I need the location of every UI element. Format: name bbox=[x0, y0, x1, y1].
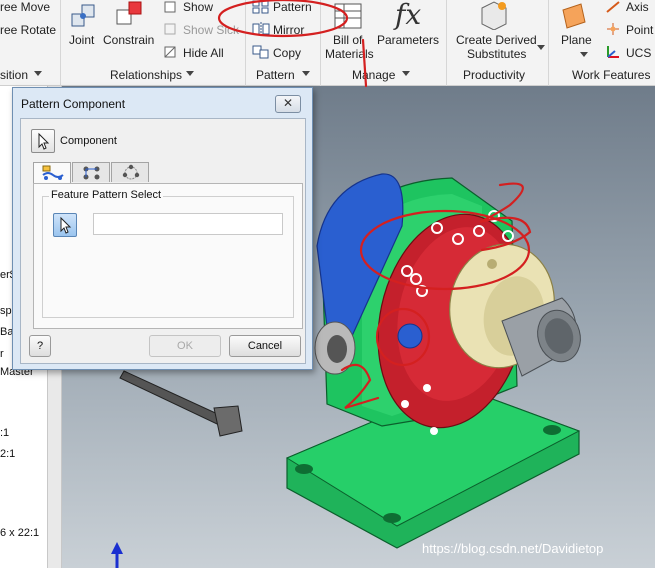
cursor-arrow-icon bbox=[38, 132, 50, 150]
associative-pattern-icon bbox=[42, 165, 64, 180]
feature-pattern-select-label: Feature Pattern Select bbox=[49, 189, 164, 201]
tab-associative[interactable] bbox=[33, 162, 71, 183]
close-icon: ✕ bbox=[282, 96, 294, 110]
ok-button[interactable]: OK bbox=[149, 335, 221, 357]
dialog-body: Component Feature Pattern Select ? OK Ca… bbox=[20, 118, 306, 364]
annotation-circle bbox=[217, 0, 349, 38]
feature-pattern-group: Feature Pattern Select bbox=[42, 189, 294, 318]
cancel-button[interactable]: Cancel bbox=[229, 335, 301, 357]
tab-circular[interactable] bbox=[111, 162, 149, 182]
tab-panel: Feature Pattern Select bbox=[33, 183, 303, 329]
circular-pattern-icon bbox=[122, 164, 140, 180]
annotation-circle bbox=[375, 307, 431, 367]
annotation-circle bbox=[359, 209, 531, 291]
pattern-component-dialog: Pattern Component ✕ Component Feature Pa… bbox=[12, 87, 313, 370]
annotation-mark bbox=[361, 38, 368, 88]
feature-pattern-input[interactable] bbox=[93, 213, 283, 235]
watermark: https://blog.csdn.net/Davidietop bbox=[422, 541, 604, 556]
feature-pattern-select-button[interactable] bbox=[53, 213, 77, 237]
component-label: Component bbox=[60, 135, 117, 147]
annotation-mark bbox=[340, 363, 380, 410]
help-icon: ? bbox=[36, 340, 44, 352]
help-button[interactable]: ? bbox=[29, 335, 51, 357]
component-select-button[interactable] bbox=[31, 129, 55, 153]
close-button[interactable]: ✕ bbox=[275, 95, 301, 113]
rectangular-pattern-icon bbox=[83, 166, 100, 180]
cursor-arrow-icon bbox=[60, 216, 72, 234]
tab-rectangular[interactable] bbox=[72, 162, 110, 182]
dialog-title: Pattern Component bbox=[21, 97, 126, 111]
